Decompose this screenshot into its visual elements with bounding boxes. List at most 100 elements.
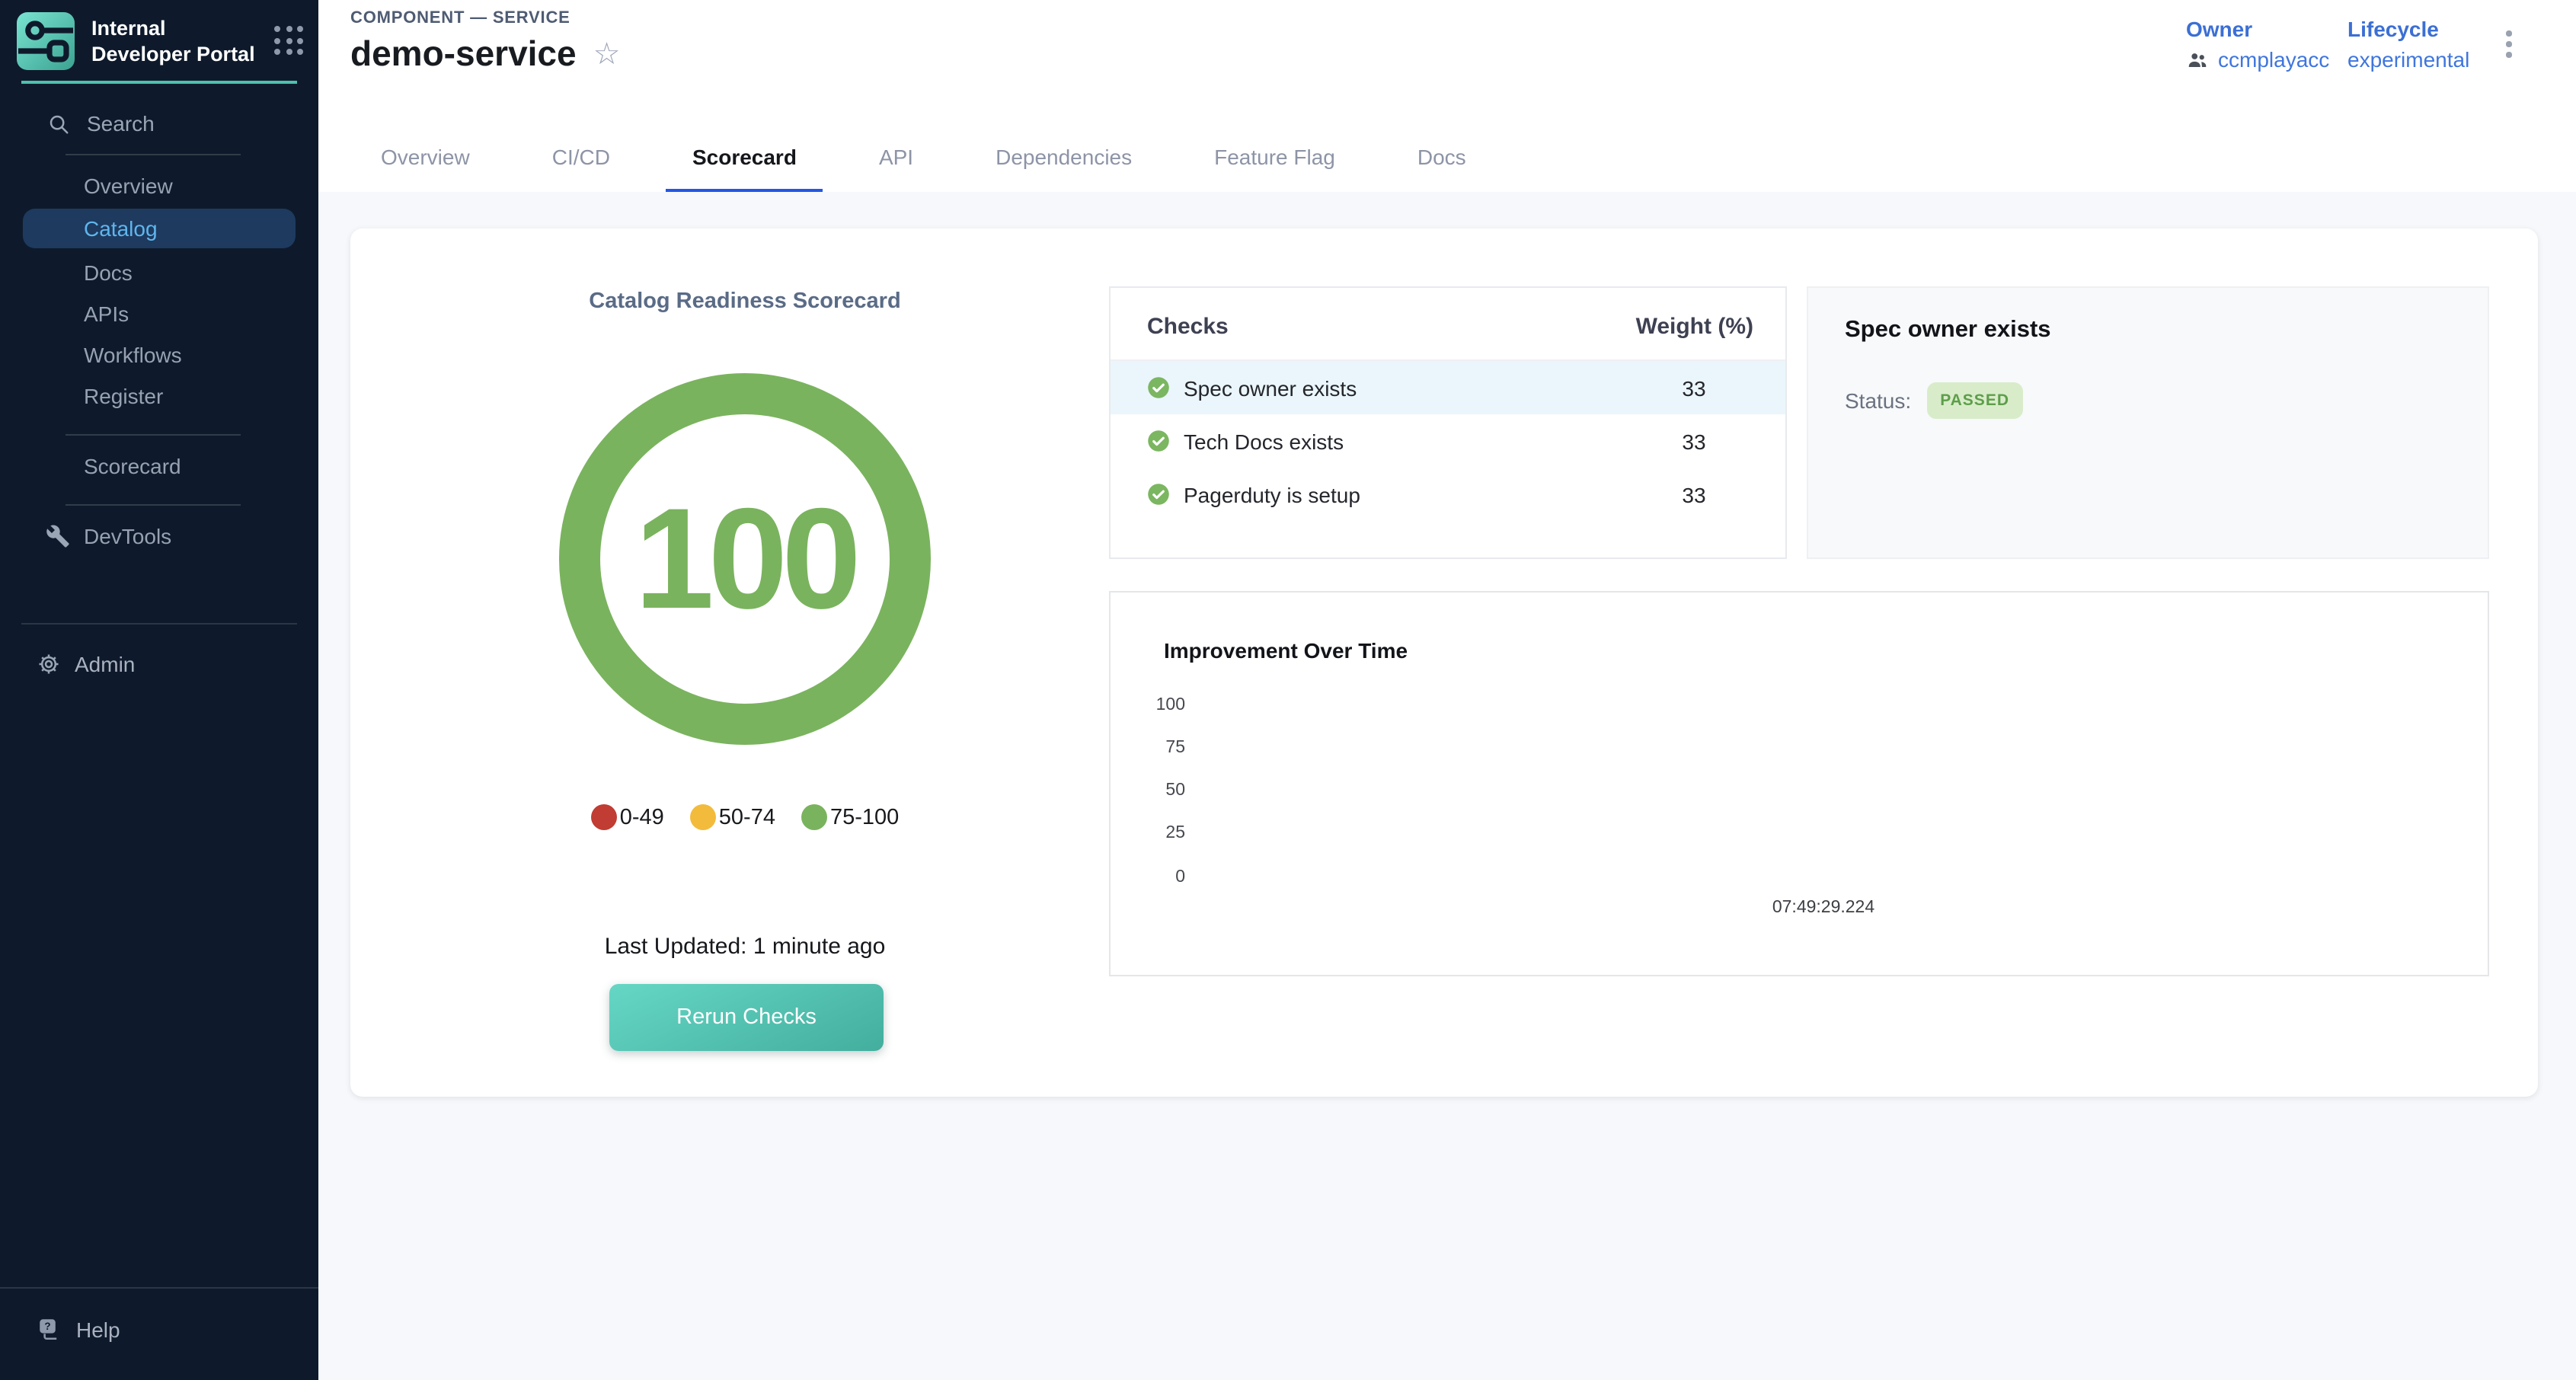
status-badge: PASSED [1926, 382, 2023, 419]
tab-label: CI/CD [552, 145, 610, 169]
admin-label: Admin [75, 652, 135, 676]
check-circle-icon [1147, 430, 1170, 452]
sidebar-item-label: Catalog [84, 216, 158, 241]
y-axis-tick: 0 [1111, 868, 1185, 886]
sidebar-item-label: Workflows [84, 342, 182, 366]
gauge-title: Catalog Readiness Scorecard [350, 289, 1139, 314]
help-label: Help [76, 1317, 120, 1341]
tab-dependencies[interactable]: Dependencies [970, 122, 1158, 192]
yellow-dot-icon [690, 804, 716, 830]
divider [66, 434, 241, 436]
check-row-pagerduty[interactable]: Pagerduty is setup 33 [1111, 468, 1785, 521]
lifecycle-value-text: experimental [2347, 47, 2469, 72]
chart-title: Improvement Over Time [1164, 638, 1408, 663]
tab-feature-flag[interactable]: Feature Flag [1188, 122, 1361, 192]
owner-value: ccmplayacc [2218, 47, 2329, 72]
legend-label: 0-49 [620, 805, 664, 829]
y-axis-tick: 100 [1111, 696, 1185, 714]
rerun-checks-button[interactable]: Rerun Checks [609, 984, 884, 1051]
sidebar-item-admin[interactable]: Admin [37, 652, 135, 676]
divider [21, 623, 297, 625]
check-detail-panel: Spec owner exists Status: PASSED [1807, 286, 2489, 559]
tab-overview[interactable]: Overview [355, 122, 496, 192]
weight-column-header: Weight (%) [1636, 314, 1753, 340]
search-label: Search [87, 111, 155, 136]
logo-divider [21, 81, 297, 84]
sidebar-item-apis[interactable]: APIs [0, 292, 318, 334]
score-value: 100 [634, 477, 855, 641]
sidebar-item-workflows[interactable]: Workflows [0, 334, 318, 375]
entity-tabs: Overview CI/CD Scorecard API Dependencie… [355, 122, 1492, 192]
more-options-icon[interactable] [2500, 24, 2517, 63]
lifecycle-label: Lifecycle [2347, 17, 2469, 41]
check-circle-icon [1147, 376, 1170, 399]
tab-label: Overview [381, 145, 470, 169]
sidebar-item-label: Scorecard [84, 453, 181, 478]
tab-scorecard[interactable]: Scorecard [666, 122, 823, 192]
score-gauge: 100 [559, 373, 931, 745]
check-circle-icon [1147, 483, 1170, 506]
owner-block: Owner ccmplayacc [2186, 17, 2329, 72]
checks-column-header: Checks [1147, 314, 1229, 340]
score-legend: 0-49 50-74 75-100 [350, 804, 1139, 830]
owner-link[interactable]: ccmplayacc [2186, 47, 2329, 72]
status-label: Status: [1845, 388, 1911, 413]
app-title: Internal Developer Portal [76, 11, 262, 69]
tab-label: Dependencies [996, 145, 1132, 169]
legend-label: 50-74 [719, 805, 775, 829]
check-name: Tech Docs exists [1184, 429, 1633, 453]
scorecard-card: Catalog Readiness Scorecard 100 0-49 50-… [350, 228, 2538, 1097]
sidebar-item-label: Overview [84, 173, 173, 197]
check-weight: 33 [1633, 482, 1755, 506]
tab-label: Feature Flag [1214, 145, 1335, 169]
y-axis-tick: 25 [1111, 824, 1185, 842]
legend-item-green: 75-100 [801, 804, 899, 830]
portal-logo-icon [15, 11, 76, 72]
sidebar-item-help[interactable]: ? Help [37, 1316, 120, 1342]
y-axis-tick: 75 [1111, 739, 1185, 757]
tab-label: Docs [1417, 145, 1466, 169]
sidebar-nav: Overview Catalog Docs APIs Workflows Reg… [0, 165, 318, 556]
tab-cicd[interactable]: CI/CD [526, 122, 636, 192]
check-detail-title: Spec owner exists [1808, 288, 2488, 344]
people-icon [2186, 48, 2209, 71]
divider [66, 154, 241, 155]
sidebar-item-scorecard[interactable]: Scorecard [0, 445, 318, 486]
check-weight: 33 [1633, 429, 1755, 453]
tab-label: Scorecard [692, 145, 797, 169]
legend-item-yellow: 50-74 [690, 804, 775, 830]
checks-table: Checks Weight (%) Spec owner exists 33 [1109, 286, 1787, 559]
tab-api[interactable]: API [853, 122, 939, 192]
tab-label: API [879, 145, 913, 169]
search-icon [47, 112, 70, 135]
check-weight: 33 [1633, 375, 1755, 400]
sidebar-item-register[interactable]: Register [0, 375, 318, 416]
wrench-icon [46, 523, 70, 548]
y-axis-tick: 50 [1111, 781, 1185, 800]
sidebar-item-catalog[interactable]: Catalog [23, 209, 296, 248]
entity-header: COMPONENT — SERVICE demo-service ☆ Owner [318, 0, 2576, 192]
gear-icon [37, 652, 61, 676]
sidebar-item-label: DevTools [84, 523, 171, 548]
check-row-spec-owner[interactable]: Spec owner exists 33 [1111, 361, 1785, 414]
main-area: COMPONENT — SERVICE demo-service ☆ Owner [318, 0, 2576, 1380]
page-title: demo-service [350, 34, 577, 75]
sidebar: Internal Developer Portal Search Overvie… [0, 0, 318, 1380]
tab-docs[interactable]: Docs [1392, 122, 1492, 192]
favorite-star-icon[interactable]: ☆ [593, 39, 621, 69]
last-updated-text: Last Updated: 1 minute ago [350, 934, 1139, 960]
sidebar-item-docs[interactable]: Docs [0, 251, 318, 292]
breadcrumb: COMPONENT — SERVICE [350, 9, 570, 27]
legend-item-red: 0-49 [591, 804, 664, 830]
sidebar-item-overview[interactable]: Overview [0, 165, 318, 206]
divider [66, 504, 241, 506]
check-status-row: Status: PASSED [1845, 382, 2488, 419]
logo-row: Internal Developer Portal [0, 0, 318, 72]
sidebar-item-label: Docs [84, 260, 133, 284]
sidebar-item-devtools[interactable]: DevTools [0, 515, 318, 556]
sidebar-item-label: Register [84, 383, 163, 407]
apps-grid-icon[interactable] [274, 26, 303, 55]
check-row-tech-docs[interactable]: Tech Docs exists 33 [1111, 414, 1785, 468]
check-name: Spec owner exists [1184, 375, 1633, 400]
check-name: Pagerduty is setup [1184, 482, 1633, 506]
